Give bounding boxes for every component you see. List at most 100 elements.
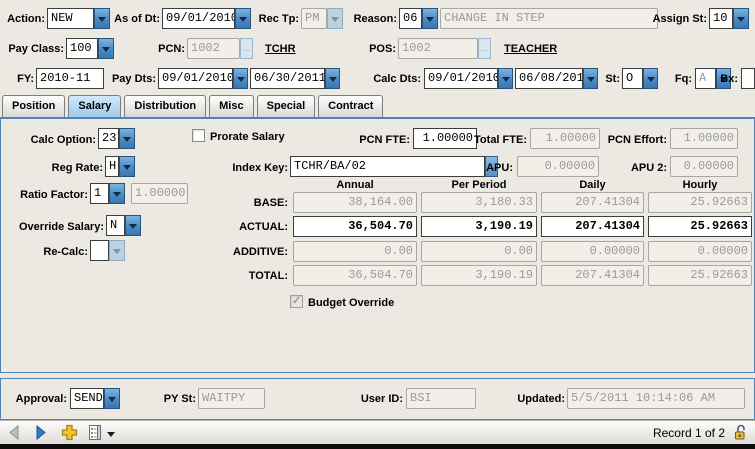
base-row-label: BASE: bbox=[180, 196, 288, 210]
approval-dropdown-button[interactable] bbox=[104, 388, 120, 409]
action-dropdown-button[interactable] bbox=[94, 8, 110, 29]
ratio-factor-dropdown-button[interactable] bbox=[109, 183, 125, 204]
unlock-icon bbox=[733, 424, 747, 446]
actual-annual-field[interactable]: 36,504.70 bbox=[293, 216, 417, 237]
calc-option-field[interactable]: 23 bbox=[98, 128, 119, 149]
total-per-period-field: 3,190.19 bbox=[421, 265, 537, 286]
user-id-label: User ID: bbox=[355, 392, 403, 406]
tab-misc[interactable]: Misc bbox=[209, 95, 253, 117]
override-salary-dropdown-button[interactable] bbox=[125, 215, 141, 236]
salary-form-window: Action: NEW As of Dt: 09/01/2010 Rec Tp:… bbox=[0, 0, 755, 449]
pay-class-field[interactable]: 100 bbox=[66, 38, 98, 59]
apu2-label: APU 2: bbox=[622, 161, 667, 175]
base-per-period-field: 3,180.33 bbox=[421, 192, 537, 213]
pay-dts-label: Pay Dts: bbox=[108, 72, 156, 86]
actual-per-period-field[interactable]: 3,190.19 bbox=[421, 216, 537, 237]
calc-dts-label: Calc Dts: bbox=[349, 72, 421, 86]
pay-dts-end-field[interactable]: 06/30/2011 bbox=[250, 68, 325, 89]
column-header-per-period: Per Period bbox=[421, 179, 537, 192]
actual-hourly-field[interactable]: 25.92663 bbox=[648, 216, 752, 237]
bx-field[interactable] bbox=[741, 68, 755, 89]
actual-daily-field[interactable]: 207.41304 bbox=[541, 216, 644, 237]
rec-tp-label: Rec Tp: bbox=[255, 12, 299, 26]
ratio-factor-label: Ratio Factor: bbox=[5, 188, 88, 202]
apu-field: 0.00000 bbox=[517, 156, 599, 177]
reason-dropdown-button[interactable] bbox=[422, 8, 438, 29]
calc-dts-start-field[interactable]: 09/01/2010 bbox=[424, 68, 498, 89]
st-label: St: bbox=[600, 72, 620, 86]
assign-st-dropdown-button[interactable] bbox=[733, 8, 749, 29]
additive-per-period-field: 0.00 bbox=[421, 241, 537, 262]
assign-st-field[interactable]: 10 bbox=[709, 8, 733, 29]
total-daily-field: 207.41304 bbox=[541, 265, 644, 286]
calc-dts-end-dropdown-button[interactable] bbox=[583, 68, 598, 89]
tab-distribution[interactable]: Distribution bbox=[124, 95, 206, 117]
py-st-label: PY St: bbox=[160, 392, 196, 406]
action-label: Action: bbox=[5, 12, 45, 26]
pcn-link[interactable]: TCHR bbox=[265, 42, 296, 56]
previous-record-icon bbox=[8, 425, 20, 445]
pay-dts-start-field[interactable]: 09/01/2010 bbox=[158, 68, 233, 89]
record-status-text: Record 1 of 2 bbox=[653, 426, 725, 440]
st-dropdown-button[interactable] bbox=[643, 68, 658, 89]
next-record-icon[interactable] bbox=[35, 425, 47, 445]
updated-field: 5/5/2011 10:14:06 AM bbox=[567, 388, 745, 409]
st-field[interactable]: O bbox=[622, 68, 643, 89]
reg-rate-field[interactable]: H bbox=[105, 156, 119, 177]
total-annual-field: 36,504.70 bbox=[293, 265, 417, 286]
as-of-dt-label: As of Dt: bbox=[113, 12, 160, 26]
column-header-hourly: Hourly bbox=[648, 179, 752, 192]
calc-dts-start-dropdown-button[interactable] bbox=[498, 68, 513, 89]
index-key-field[interactable]: TCHR/BA/02 bbox=[290, 156, 485, 177]
apu-label: APU: bbox=[478, 161, 513, 175]
as-of-dt-field[interactable]: 09/01/2010 bbox=[162, 8, 235, 29]
fq-field[interactable]: A bbox=[695, 68, 716, 89]
recalc-dropdown-button bbox=[109, 240, 125, 261]
rec-tp-field: PM bbox=[301, 8, 327, 29]
approval-field[interactable]: SEND bbox=[70, 388, 104, 409]
tab-special[interactable]: Special bbox=[257, 95, 316, 117]
prorate-salary-label: Prorate Salary bbox=[210, 130, 285, 144]
recalc-label: Re-Calc: bbox=[5, 245, 88, 259]
bx-label: Bx: bbox=[716, 72, 738, 86]
pay-class-dropdown-button[interactable] bbox=[98, 38, 114, 59]
pcn-fte-field[interactable]: 1.00000 bbox=[413, 128, 477, 149]
py-st-field: WAITPY bbox=[198, 388, 265, 409]
action-field[interactable]: NEW bbox=[47, 8, 94, 29]
calc-dts-end-field[interactable]: 06/08/2011 bbox=[515, 68, 583, 89]
reg-rate-dropdown-button[interactable] bbox=[119, 156, 135, 177]
add-record-icon[interactable] bbox=[61, 424, 78, 446]
additive-row-label: ADDITIVE: bbox=[180, 245, 288, 259]
override-salary-field[interactable]: N bbox=[106, 215, 125, 236]
pos-link[interactable]: TEACHER bbox=[504, 42, 557, 56]
pos-lookup-button: ... bbox=[478, 38, 491, 59]
apu2-field: 0.00000 bbox=[670, 156, 738, 177]
pay-dts-start-dropdown-button[interactable] bbox=[233, 68, 248, 89]
base-annual-field: 38,164.00 bbox=[293, 192, 417, 213]
approval-label: Approval: bbox=[12, 392, 67, 406]
calc-option-dropdown-button[interactable] bbox=[119, 128, 135, 149]
total-fte-field: 1.00000 bbox=[530, 128, 600, 149]
pay-class-label: Pay Class: bbox=[2, 42, 64, 56]
report-menu-icon[interactable] bbox=[88, 424, 102, 446]
tab-position[interactable]: Position bbox=[2, 95, 65, 117]
reason-label: Reason: bbox=[350, 12, 397, 26]
prorate-salary-checkbox[interactable] bbox=[192, 129, 205, 142]
record-toolbar bbox=[0, 420, 755, 445]
additive-annual-field: 0.00 bbox=[293, 241, 417, 262]
override-salary-label: Override Salary: bbox=[5, 220, 104, 234]
pay-dts-end-dropdown-button[interactable] bbox=[325, 68, 340, 89]
pcn-field: 1002 bbox=[187, 38, 240, 59]
tab-contract[interactable]: Contract bbox=[318, 95, 383, 117]
reason-code-field[interactable]: 06 bbox=[399, 8, 422, 29]
additive-daily-field: 0.00000 bbox=[541, 241, 644, 262]
fy-field[interactable]: 2010-11 bbox=[36, 68, 104, 89]
pcn-fte-label: PCN FTE: bbox=[350, 133, 410, 147]
recalc-field[interactable] bbox=[90, 240, 109, 261]
fq-label: Fq: bbox=[670, 72, 692, 86]
total-fte-label: Total FTE: bbox=[470, 133, 527, 147]
ratio-factor-field[interactable]: 1 bbox=[90, 183, 109, 204]
report-menu-caret-icon[interactable] bbox=[107, 432, 115, 437]
as-of-dt-dropdown-button[interactable] bbox=[235, 8, 251, 29]
tab-salary[interactable]: Salary bbox=[68, 95, 121, 117]
